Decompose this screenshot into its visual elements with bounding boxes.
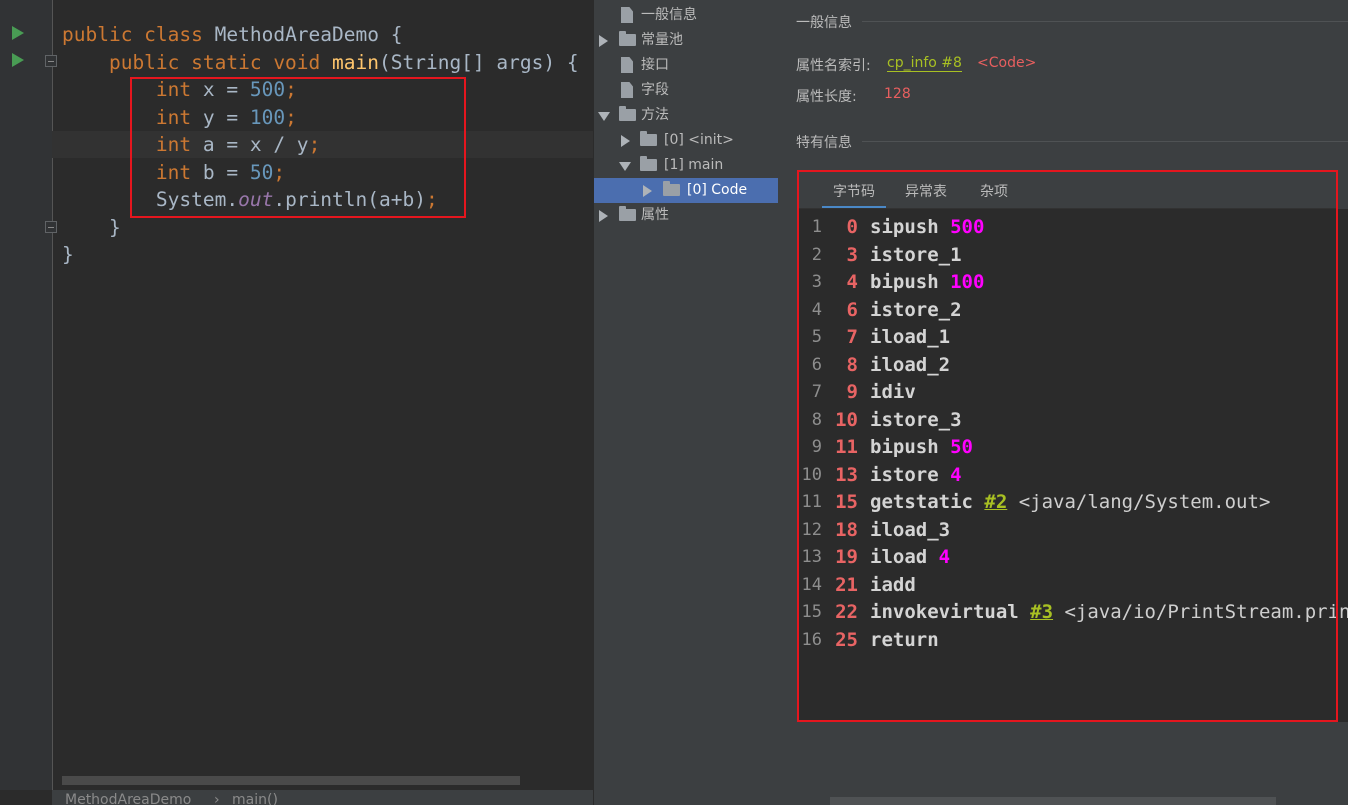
length-label: 属性长度: — [796, 89, 857, 105]
tree-item-label: [0] Code — [687, 182, 748, 198]
breadcrumb-separator: › — [214, 792, 220, 805]
code-token: public static void — [62, 50, 333, 74]
tree-item-label: 属性 — [641, 207, 669, 223]
cp-info-link[interactable]: cp_info #8 — [887, 55, 962, 72]
folder-icon — [640, 131, 657, 146]
fold-icon[interactable] — [45, 55, 57, 67]
class-structure-tree[interactable]: 一般信息 常量池 接口 字段 方法 [0] <init> [1] main [0… — [593, 0, 797, 805]
tree-item-label: 一般信息 — [641, 7, 697, 23]
bytecode-highlight-box — [797, 170, 1338, 722]
tree-item-fields[interactable]: 字段 — [594, 78, 778, 103]
file-icon — [621, 7, 633, 23]
code-line[interactable]: } — [62, 214, 121, 241]
expand-arrow-icon[interactable] — [621, 135, 630, 147]
code-line[interactable]: public static void main(String[] args) { — [62, 49, 579, 76]
tree-item-label: 接口 — [641, 57, 669, 73]
breadcrumb: MethodAreaDemo › main() — [52, 790, 593, 805]
tree-item-code[interactable]: [0] Code — [594, 178, 778, 203]
folder-icon — [663, 181, 680, 196]
code-token: public class — [62, 23, 215, 46]
editor-gutter — [0, 0, 53, 790]
collapse-arrow-icon[interactable] — [619, 162, 631, 171]
tree-item-general-info[interactable]: 一般信息 — [594, 3, 778, 28]
code-line[interactable]: public class MethodAreaDemo { — [62, 21, 402, 48]
tree-item-methods[interactable]: 方法 — [594, 103, 778, 128]
tree-item-method-init[interactable]: [0] <init> — [594, 128, 778, 153]
folder-icon — [619, 106, 636, 121]
breadcrumb-method[interactable]: main() — [232, 792, 278, 805]
section-divider — [862, 21, 1348, 22]
tree-item-constant-pool[interactable]: 常量池 — [594, 28, 778, 53]
expand-arrow-icon[interactable] — [599, 35, 608, 47]
section-divider — [862, 141, 1348, 142]
code-token: } — [62, 243, 74, 266]
breadcrumb-class[interactable]: MethodAreaDemo — [65, 792, 191, 805]
file-icon — [621, 82, 633, 98]
code-token: MethodAreaDemo { — [214, 23, 403, 46]
code-highlight-box — [130, 77, 466, 218]
specific-info-title: 特有信息 — [796, 135, 852, 151]
tree-item-attributes[interactable]: 属性 — [594, 203, 778, 228]
tree-item-interfaces[interactable]: 接口 — [594, 53, 778, 78]
expand-arrow-icon[interactable] — [643, 185, 652, 197]
horizontal-scrollbar[interactable] — [62, 776, 520, 785]
tree-item-label: [1] main — [664, 157, 724, 173]
length-value: 128 — [884, 86, 911, 102]
run-main-icon[interactable] — [12, 53, 24, 67]
tree-item-label: 字段 — [641, 82, 669, 98]
code-token: (String[] args) { — [379, 50, 579, 74]
folder-icon — [619, 31, 636, 46]
folder-icon — [640, 156, 657, 171]
fold-icon[interactable] — [45, 221, 57, 233]
tree-item-label: [0] <init> — [664, 132, 734, 148]
code-line[interactable]: } — [62, 241, 74, 268]
tree-item-label: 方法 — [641, 107, 669, 123]
code-token: main — [332, 50, 379, 74]
run-class-icon[interactable] — [12, 26, 24, 40]
file-icon — [621, 57, 633, 73]
code-editor[interactable]: public class MethodAreaDemo { public sta… — [0, 0, 593, 805]
expand-arrow-icon[interactable] — [599, 210, 608, 222]
name-index-label: 属性名索引: — [796, 58, 871, 74]
name-index-value: <Code> — [977, 55, 1037, 71]
tree-item-method-main[interactable]: [1] main — [594, 153, 778, 178]
code-token: } — [62, 215, 121, 239]
tree-item-label: 常量池 — [641, 32, 683, 48]
horizontal-scrollbar[interactable] — [830, 797, 1276, 805]
folder-icon — [619, 206, 636, 221]
collapse-arrow-icon[interactable] — [598, 112, 610, 121]
general-info-title: 一般信息 — [796, 15, 852, 31]
